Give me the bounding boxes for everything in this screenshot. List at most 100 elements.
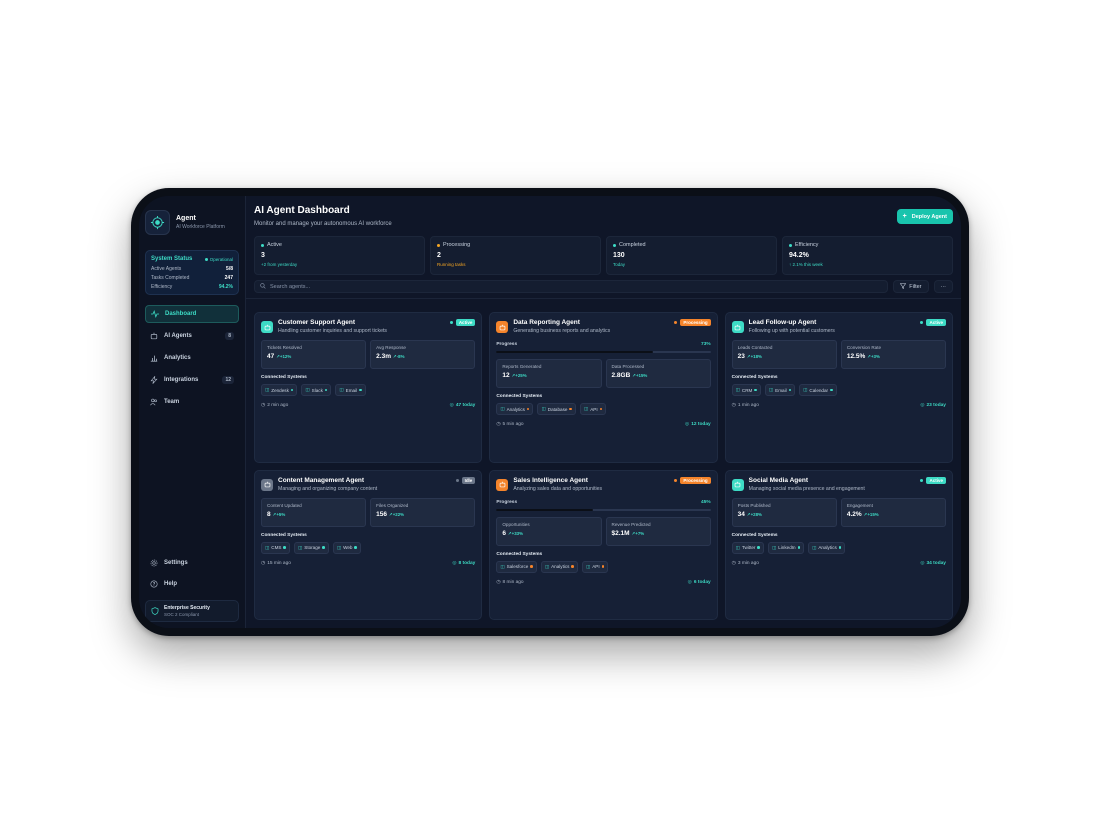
search-placeholder: Search agents... xyxy=(270,283,311,290)
last-active-time: 5 min ago xyxy=(502,422,524,427)
system-chip[interactable]: ◫ Salesforce xyxy=(496,560,537,573)
metric-box: Data Processed 2.8GB ↗+15% xyxy=(605,359,711,388)
status-dot-icon xyxy=(322,546,325,549)
more-options-button[interactable]: ··· xyxy=(933,280,953,293)
sidebar-item-analytics[interactable]: Analytics xyxy=(145,349,239,367)
stat-label: Processing xyxy=(443,242,471,248)
system-chip[interactable]: ◫ LinkedIn xyxy=(767,541,805,554)
system-chip[interactable]: ◫ Email xyxy=(764,384,796,396)
today-count: 47 today xyxy=(455,403,476,408)
stat-sub: ↑ 2.1% this week xyxy=(789,262,823,267)
system-chip[interactable]: ◫ Analytics xyxy=(496,403,534,415)
plus-icon: + xyxy=(902,213,907,220)
agent-card[interactable]: Data Reporting Agent Generating business … xyxy=(489,312,718,463)
system-chip[interactable]: ◫ CRM xyxy=(731,384,761,396)
metric-value: 6 xyxy=(502,529,506,537)
progress-row: Progress 45% xyxy=(496,500,710,505)
status-dot-icon xyxy=(283,546,286,549)
system-chip[interactable]: ◫ Email xyxy=(335,384,366,396)
filter-button[interactable]: Filter xyxy=(893,280,929,293)
sidebar-item-label: Help xyxy=(164,581,178,587)
page-subtitle: Monitor and manage your autonomous AI wo… xyxy=(254,221,392,227)
system-status-state: Operational xyxy=(204,256,233,262)
today-count: 6 today xyxy=(693,579,711,585)
system-icon: ◫ xyxy=(339,387,344,392)
last-active-time: 2 min ago xyxy=(267,403,289,408)
metric-box: Posts Published 34 ↗+28% xyxy=(731,497,837,527)
stat-label: Active xyxy=(267,242,282,248)
status-dot-icon xyxy=(359,388,362,392)
system-chip[interactable]: ◫ Zendesk xyxy=(261,384,298,396)
metric-value: 156 xyxy=(376,510,388,518)
system-chip[interactable]: ◫ Web xyxy=(332,541,361,554)
connected-systems: ◫ Analytics ◫ Database ◫ API xyxy=(496,403,710,415)
system-chip-label: Analytics xyxy=(506,406,525,412)
system-chip[interactable]: ◫ API xyxy=(581,560,609,573)
agent-card[interactable]: Social Media Agent Managing social media … xyxy=(724,469,953,620)
agent-grid: Customer Support Agent Handling customer … xyxy=(254,312,953,620)
system-chip-label: Storage xyxy=(304,545,321,550)
system-chip-label: LinkedIn xyxy=(778,545,796,550)
connected-systems: ◫ CRM ◫ Email ◫ Calendar xyxy=(731,384,946,396)
system-chip[interactable]: ◫ Storage xyxy=(293,541,329,554)
connected-systems-title: Connected Systems xyxy=(496,394,543,399)
main-content: AI Agent Dashboard Monitor and manage yo… xyxy=(246,196,961,628)
system-chip-label: CRM xyxy=(741,387,753,393)
metric-label: Tickets Resolved xyxy=(267,345,302,350)
metric-delta: +18% xyxy=(750,354,762,359)
agent-card[interactable]: Sales Intelligence Agent Analyzing sales … xyxy=(489,469,718,620)
today-count: 23 today xyxy=(926,403,946,408)
sidebar-item-team[interactable]: Team xyxy=(145,393,239,411)
system-chip[interactable]: ◫ Slack xyxy=(301,384,332,396)
brand-name: Agent xyxy=(176,214,196,222)
agent-card[interactable]: Customer Support Agent Handling customer … xyxy=(254,312,483,463)
progress-value: 45% xyxy=(701,499,711,505)
metric-box: Conversion Rate 12.5% ↗+3% xyxy=(840,340,946,369)
metric-box: Files Organized 156 ↗+22% xyxy=(370,497,476,527)
status-row-label: Active Agents xyxy=(151,266,182,272)
page-title: AI Agent Dashboard xyxy=(254,205,350,216)
system-chip[interactable]: ◫ Analytics xyxy=(540,560,578,573)
help-icon: ? xyxy=(150,580,158,588)
last-active-time: 3 min ago xyxy=(737,560,759,566)
divider xyxy=(246,298,961,299)
metric-box: Reports Generated 12 ↗+25% xyxy=(496,359,602,388)
status-row: Active Agents 5/8 xyxy=(151,266,233,272)
connected-systems: ◫ CMS ◫ Storage ◫ Web xyxy=(261,541,475,554)
bar-chart-icon xyxy=(150,354,158,362)
sidebar-item-settings[interactable]: Settings xyxy=(145,554,239,572)
system-chip-label: API xyxy=(590,406,598,412)
agent-card[interactable]: Lead Follow-up Agent Following up with po… xyxy=(724,312,953,463)
agent-metrics: Leads Contacted 23 ↗+18% Conversion Rate 12.… xyxy=(731,340,946,369)
system-chip[interactable]: ◫ API xyxy=(579,403,607,415)
sidebar-item-label: Team xyxy=(164,399,180,405)
progress-bar xyxy=(496,508,711,511)
metric-label: Opportunities xyxy=(502,521,530,527)
sidebar-item-integrations[interactable]: Integrations 12 xyxy=(145,371,239,389)
search-input[interactable]: Search agents... xyxy=(254,280,889,293)
connected-systems: ◫ Zendesk ◫ Slack ◫ Email xyxy=(261,384,475,396)
agent-footer: ◷ 8 min ago ◎ 6 today xyxy=(496,580,710,585)
system-chip[interactable]: ◫ Calendar xyxy=(799,384,837,396)
sidebar-item-label: Settings xyxy=(164,560,188,566)
agent-name: Lead Follow-up Agent xyxy=(748,319,817,326)
agent-name: Data Reporting Agent xyxy=(513,319,580,326)
sidebar-item-ai-agents[interactable]: AI Agents 8 xyxy=(145,327,239,345)
system-chip[interactable]: ◫ Twitter xyxy=(731,541,764,554)
sidebar-item-help[interactable]: ? Help xyxy=(145,575,239,593)
sidebar-item-dashboard[interactable]: Dashboard xyxy=(145,305,239,323)
system-chip[interactable]: ◫ CMS xyxy=(261,541,290,554)
system-chip[interactable]: ◫ Database xyxy=(537,403,576,415)
deploy-agent-button[interactable]: + Deploy Agent xyxy=(896,209,953,224)
system-status-state-label: Operational xyxy=(209,256,233,262)
status-row: Efficiency 94.2% xyxy=(151,284,233,290)
system-chip[interactable]: ◫ Analytics xyxy=(808,541,846,554)
target-icon: ◎ xyxy=(685,422,690,427)
progress-label: Progress xyxy=(496,499,518,505)
agent-card[interactable]: Content Management Agent Managing and org… xyxy=(254,469,483,620)
status-row-value: 94.2% xyxy=(218,284,233,290)
status-dot-icon xyxy=(797,546,801,549)
agent-metrics: Reports Generated 12 ↗+25% Data Processed 2.… xyxy=(496,359,711,388)
filter-label: Filter xyxy=(909,283,922,290)
status-dot-icon xyxy=(571,565,574,568)
